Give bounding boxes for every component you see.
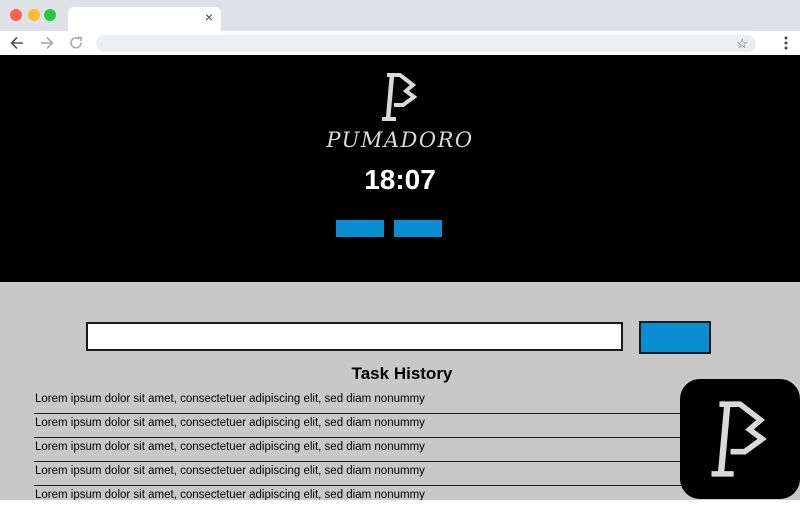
list-item: Lorem ipsum dolor sit amet, consectetuer… — [34, 486, 744, 500]
reload-icon[interactable] — [66, 33, 86, 53]
task-text: Lorem ipsum dolor sit amet, consectetuer… — [35, 417, 425, 429]
task-history-list: Lorem ipsum dolor sit amet, consectetuer… — [34, 390, 744, 500]
app-icon — [680, 379, 800, 499]
address-bar[interactable]: ☆ — [96, 35, 756, 52]
browser-tab-strip: × — [0, 0, 800, 31]
browser-tab[interactable]: × — [68, 7, 221, 31]
list-item: Lorem ipsum dolor sit amet, consectetuer… — [34, 462, 744, 486]
list-item: Lorem ipsum dolor sit amet, consectetuer… — [34, 438, 744, 462]
list-item: Lorem ipsum dolor sit amet, consectetuer… — [34, 414, 744, 438]
add-task-button[interactable] — [639, 321, 711, 354]
forward-icon[interactable] — [37, 33, 57, 53]
hero-section: PUMADORO 18:07 — [0, 55, 800, 282]
browser-toolbar: ☆ — [0, 31, 800, 55]
minimize-window-button[interactable] — [28, 9, 40, 21]
task-text: Lorem ipsum dolor sit amet, consectetuer… — [35, 465, 425, 477]
menu-icon[interactable] — [778, 34, 794, 52]
pumadoro-logo-icon — [382, 73, 418, 121]
reset-timer-button[interactable] — [394, 220, 442, 237]
star-icon[interactable]: ☆ — [736, 35, 748, 52]
back-icon[interactable] — [7, 33, 27, 53]
close-tab-icon[interactable]: × — [203, 10, 215, 24]
task-history-title: Task History — [351, 364, 453, 383]
brand-name: PUMADORO — [326, 128, 474, 152]
timer-display: 18:07 — [364, 164, 436, 195]
close-window-button[interactable] — [10, 9, 22, 21]
task-text: Lorem ipsum dolor sit amet, consectetuer… — [35, 489, 425, 500]
task-text: Lorem ipsum dolor sit amet, consectetuer… — [35, 441, 425, 453]
task-input[interactable] — [86, 322, 623, 351]
maximize-window-button[interactable] — [44, 9, 56, 21]
start-timer-button[interactable] — [336, 220, 384, 237]
task-text: Lorem ipsum dolor sit amet, consectetuer… — [35, 393, 425, 405]
list-item: Lorem ipsum dolor sit amet, consectetuer… — [34, 390, 744, 414]
pumadoro-logo-icon — [711, 401, 767, 477]
